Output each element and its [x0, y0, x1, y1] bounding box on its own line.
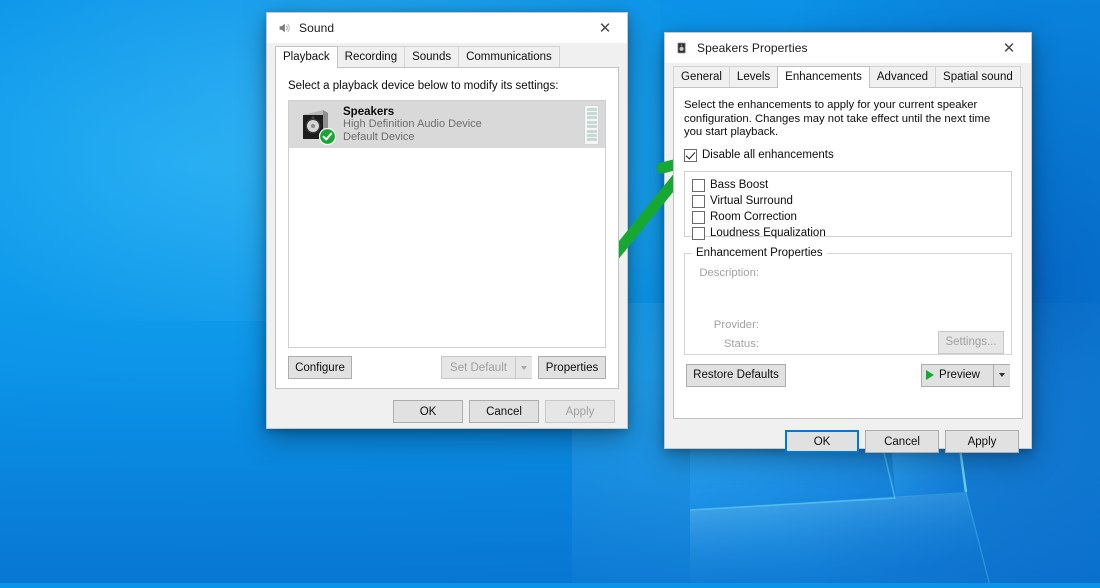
enhancement-label: Room Correction: [710, 211, 797, 224]
tab-sounds[interactable]: Sounds: [404, 46, 460, 67]
device-name: Speakers: [343, 105, 395, 118]
checkbox-icon[interactable]: [692, 194, 705, 208]
preview-button[interactable]: Preview: [921, 363, 993, 387]
apply-button: Apply: [545, 400, 615, 423]
close-icon[interactable]: ✕: [583, 13, 627, 43]
checkbox-icon[interactable]: [692, 210, 705, 224]
sound-tabstrip[interactable]: Playback Recording Sounds Communications: [267, 43, 627, 68]
configure-button[interactable]: Configure: [288, 356, 352, 379]
checkbox-icon[interactable]: [692, 178, 705, 192]
windows-logo-light-beam: [690, 436, 1100, 583]
disable-all-enhancements-label: Disable all enhancements: [702, 149, 834, 162]
set-default-split-button[interactable]: Set Default: [441, 356, 532, 379]
checkbox-icon[interactable]: [692, 226, 705, 240]
tab-levels[interactable]: Levels: [728, 66, 779, 87]
enhancements-button-row: Restore Defaults Preview: [674, 355, 1022, 387]
speaker-box-icon: [296, 106, 336, 145]
tab-general[interactable]: General: [673, 66, 730, 87]
speakers-properties-dialog[interactable]: Speakers Properties ✕ General Levels Enh…: [664, 32, 1032, 453]
preview-label: Preview: [939, 369, 980, 382]
enhancement-label: Virtual Surround: [710, 195, 793, 208]
speaker-properties-icon: [674, 40, 690, 56]
sound-dialog-title: Sound: [299, 21, 335, 35]
sound-dialog-footer: OK Cancel Apply: [267, 389, 627, 423]
enhancement-loudness-equalization[interactable]: Loudness Equalization: [692, 226, 1011, 240]
enhancements-list[interactable]: Bass Boost Virtual Surround Room Correct…: [684, 170, 1012, 240]
enhancements-tab-panel: Select the enhancements to apply for you…: [673, 87, 1023, 419]
sound-dialog[interactable]: Sound ✕ Playback Recording Sounds Commun…: [266, 12, 628, 429]
tab-spatial-sound[interactable]: Spatial sound: [935, 66, 1021, 87]
apply-button[interactable]: Apply: [945, 430, 1019, 453]
restore-defaults-button[interactable]: Restore Defaults: [686, 363, 786, 387]
tab-playback[interactable]: Playback: [275, 46, 338, 68]
volume-meter: [584, 104, 599, 145]
checkbox-icon[interactable]: [684, 148, 697, 162]
preview-split-button[interactable]: Preview: [921, 363, 1010, 387]
device-status: Default Device: [343, 130, 415, 143]
list-item[interactable]: Speakers High Definition Audio Device De…: [289, 101, 605, 148]
enhancement-label: Bass Boost: [710, 179, 769, 192]
tab-advanced[interactable]: Advanced: [868, 66, 937, 87]
enhancement-virtual-surround[interactable]: Virtual Surround: [692, 194, 1011, 208]
enhancement-bass-boost[interactable]: Bass Boost: [692, 178, 1011, 192]
preview-dropdown-arrow[interactable]: [993, 363, 1010, 387]
playback-button-row: Configure Set Default Properties: [276, 348, 618, 379]
settings-button: Settings...: [938, 330, 1004, 354]
set-default-button: Set Default: [441, 356, 515, 379]
status-label: Status:: [723, 337, 759, 350]
tab-communications[interactable]: Communications: [458, 46, 560, 67]
play-icon: [926, 370, 935, 381]
playback-tab-panel: Select a playback device below to modify…: [275, 67, 619, 389]
tab-enhancements[interactable]: Enhancements: [777, 66, 870, 88]
enhancement-room-correction[interactable]: Room Correction: [692, 210, 1011, 224]
sound-dialog-titlebar[interactable]: Sound ✕: [267, 13, 627, 43]
speaker-icon: [276, 20, 292, 36]
properties-button[interactable]: Properties: [538, 356, 606, 379]
enhancement-label: Loudness Equalization: [710, 227, 826, 240]
close-icon[interactable]: ✕: [987, 33, 1031, 63]
tab-recording[interactable]: Recording: [336, 46, 406, 67]
enhancement-properties-group: Enhancement Properties Description: Prov…: [684, 246, 1012, 355]
device-driver: High Definition Audio Device: [343, 118, 482, 131]
ok-button[interactable]: OK: [393, 400, 463, 423]
speakers-dialog-titlebar[interactable]: Speakers Properties ✕: [665, 33, 1031, 63]
enhancement-properties-grid: Description: Provider: Status: Settings.…: [685, 254, 1011, 354]
ok-button[interactable]: OK: [785, 430, 859, 453]
disable-all-enhancements-checkbox[interactable]: Disable all enhancements: [684, 148, 1022, 162]
set-default-dropdown-arrow[interactable]: [515, 356, 532, 379]
device-text: Speakers High Definition Audio Device De…: [343, 106, 575, 144]
description-label: Description:: [699, 266, 759, 279]
playback-hint: Select a playback device below to modify…: [288, 80, 559, 92]
disable-all-row[interactable]: Disable all enhancements: [674, 140, 1022, 162]
speakers-tabstrip[interactable]: General Levels Enhancements Advanced Spa…: [665, 63, 1031, 88]
enhancements-description: Select the enhancements to apply for you…: [684, 99, 991, 139]
speakers-dialog-footer: OK Cancel Apply: [665, 419, 1031, 453]
provider-label: Provider:: [713, 318, 759, 331]
playback-device-list[interactable]: Speakers High Definition Audio Device De…: [288, 100, 606, 348]
cancel-button[interactable]: Cancel: [469, 400, 539, 423]
cancel-button[interactable]: Cancel: [865, 430, 939, 453]
speakers-dialog-title: Speakers Properties: [697, 41, 808, 55]
